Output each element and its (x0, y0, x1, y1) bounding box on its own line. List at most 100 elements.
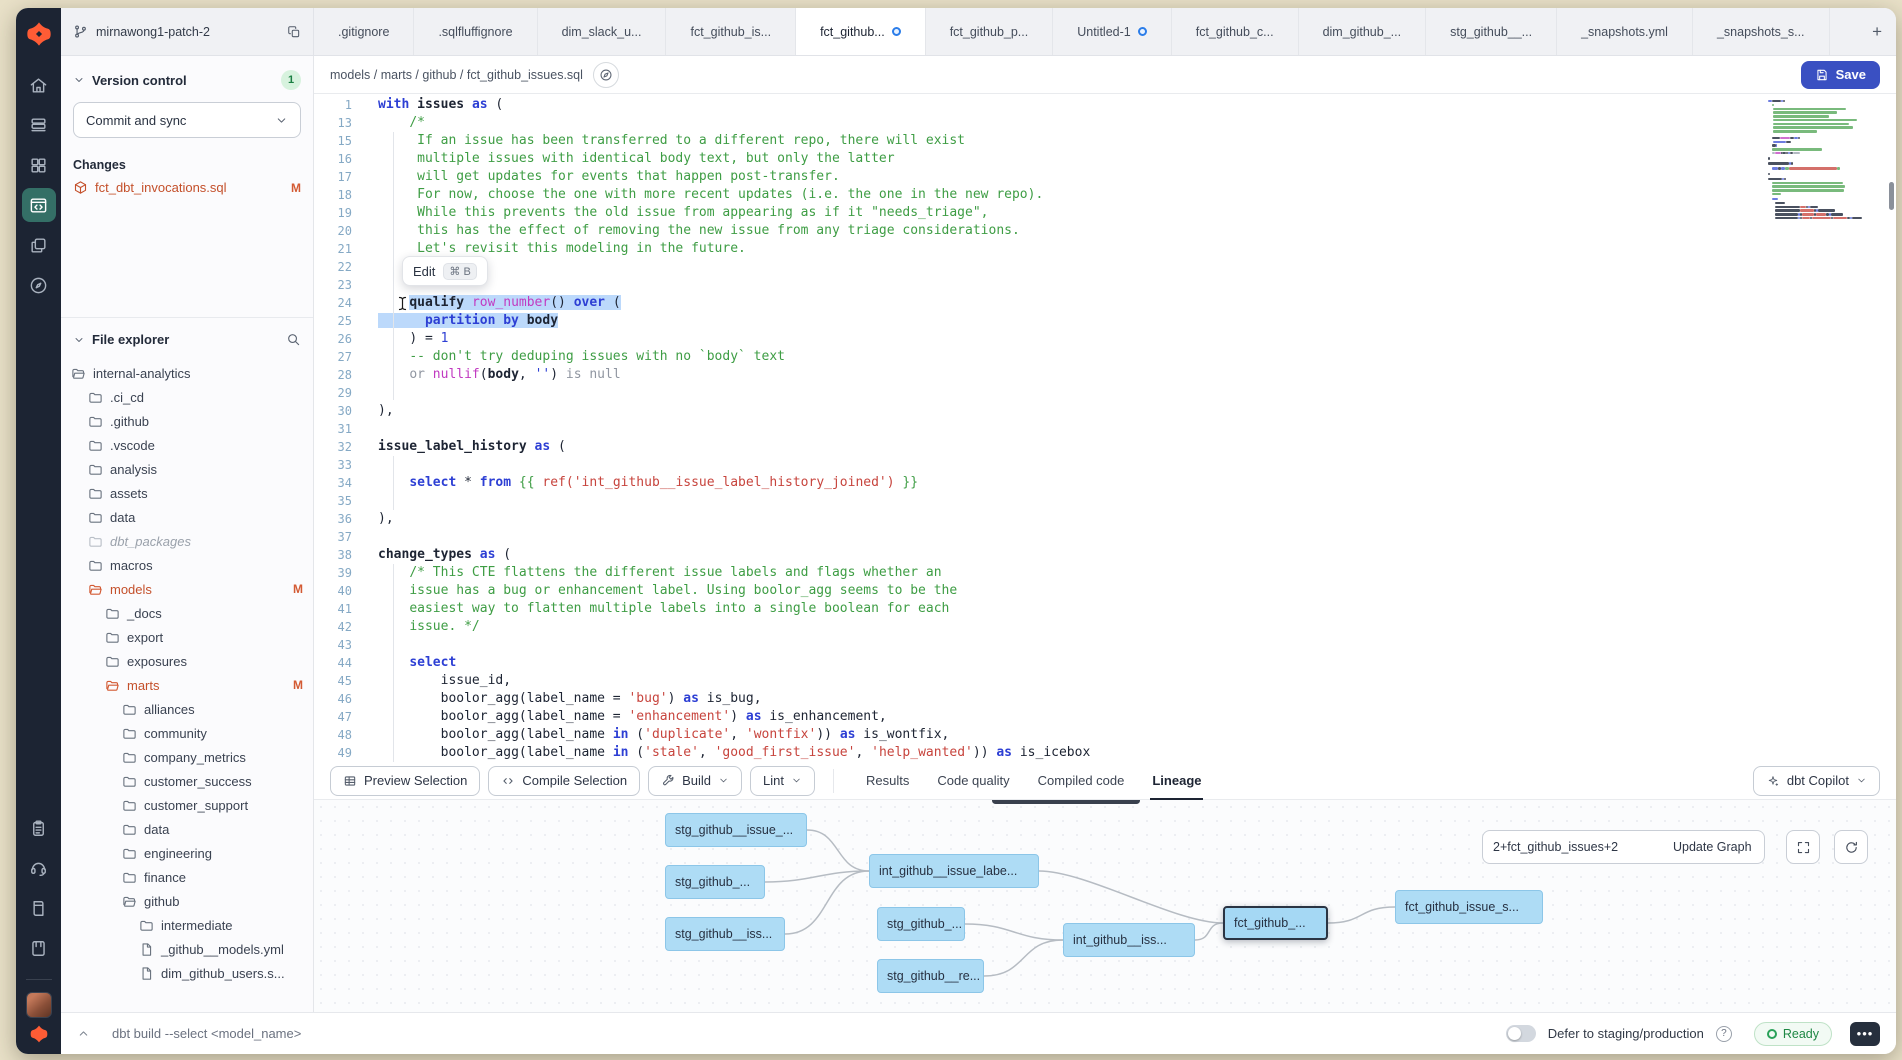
tab-_snapshotsyml[interactable]: _snapshots.yml (1557, 8, 1693, 55)
rail-item-home[interactable] (22, 68, 56, 102)
line-number[interactable]: 30 (314, 402, 364, 420)
panel-tab-lineage[interactable]: Lineage (1138, 762, 1215, 800)
rail-item-docs[interactable] (22, 891, 56, 925)
line-number[interactable]: 19 (314, 204, 364, 222)
line-number[interactable]: 45 (314, 672, 364, 690)
folder-data[interactable]: data (61, 817, 313, 841)
line-number[interactable]: 37 (314, 528, 364, 546)
folder-.ci_cd[interactable]: .ci_cd (61, 385, 313, 409)
line-number[interactable]: 24 (314, 294, 364, 312)
lineage-node-stg_github_[interactable]: stg_github_... (665, 865, 765, 899)
rail-item-tasks[interactable] (22, 811, 56, 845)
line-number[interactable]: 18 (314, 186, 364, 204)
panel-tab-compiled-code[interactable]: Compiled code (1024, 762, 1139, 800)
folder-exposures[interactable]: exposures (61, 649, 313, 673)
folder-company_metrics[interactable]: company_metrics (61, 745, 313, 769)
new-tab-button[interactable]: + (1858, 8, 1896, 55)
defer-toggle[interactable] (1506, 1025, 1536, 1042)
line-number[interactable]: 16 (314, 150, 364, 168)
line-number[interactable]: 46 (314, 690, 364, 708)
line-number[interactable]: 33 (314, 456, 364, 474)
folder-assets[interactable]: assets (61, 481, 313, 505)
minimap[interactable] (1768, 100, 1878, 221)
folder-export[interactable]: export (61, 625, 313, 649)
line-number[interactable]: 36 (314, 510, 364, 528)
lint-button[interactable]: Lint (750, 766, 815, 796)
folder-github[interactable]: github (61, 889, 313, 913)
line-number[interactable]: 15 (314, 132, 364, 150)
line-number[interactable]: 49 (314, 744, 364, 762)
avatar[interactable] (26, 992, 52, 1018)
lineage-node-stg_github__iss[interactable]: stg_github__iss... (665, 917, 785, 951)
version-control-header[interactable]: Version control 1 (61, 56, 313, 98)
folder-engineering[interactable]: engineering (61, 841, 313, 865)
cli-command[interactable]: dbt build --select <model_name> (112, 1026, 301, 1041)
dbt-logo-icon[interactable] (25, 20, 53, 48)
rail-item-deploy[interactable] (22, 108, 56, 142)
tab-stg_github__[interactable]: stg_github__... (1426, 8, 1557, 55)
lineage-node-fct_github_issue_s[interactable]: fct_github_issue_s... (1395, 890, 1543, 924)
save-button[interactable]: Save (1801, 61, 1880, 89)
line-number[interactable]: 23 (314, 276, 364, 294)
line-number[interactable]: 22 (314, 258, 364, 276)
folder-community[interactable]: community (61, 721, 313, 745)
line-number[interactable]: 26 (314, 330, 364, 348)
lineage-node-stg_github__issue_[interactable]: stg_github__issue_... (665, 813, 807, 847)
rail-item-new-window[interactable] (22, 228, 56, 262)
rail-item-changelog[interactable] (22, 931, 56, 965)
line-number[interactable]: 41 (314, 600, 364, 618)
folder-.vscode[interactable]: .vscode (61, 433, 313, 457)
tab-Untitled-1[interactable]: Untitled-1 (1053, 8, 1172, 55)
folder-models[interactable]: modelsM (61, 577, 313, 601)
search-icon[interactable] (286, 332, 301, 347)
folder-analysis[interactable]: analysis (61, 457, 313, 481)
line-number[interactable]: 38 (314, 546, 364, 564)
file-explorer-header[interactable]: File explorer (61, 318, 313, 355)
line-number[interactable]: 1 (314, 96, 364, 114)
line-number[interactable]: 27 (314, 348, 364, 366)
line-number[interactable]: 40 (314, 582, 364, 600)
folder-finance[interactable]: finance (61, 865, 313, 889)
lineage-node-int_github__iss[interactable]: int_github__iss... (1063, 923, 1195, 957)
line-number[interactable]: 17 (314, 168, 364, 186)
folder-customer_success[interactable]: customer_success (61, 769, 313, 793)
line-number[interactable]: 21 (314, 240, 364, 258)
line-number[interactable]: 29 (314, 384, 364, 402)
tab-fct_github_p[interactable]: fct_github_p... (926, 8, 1054, 55)
line-number[interactable]: 25 (314, 312, 364, 330)
line-number[interactable]: 31 (314, 420, 364, 438)
panel-tab-code-quality[interactable]: Code quality (923, 762, 1023, 800)
collapse-chevron-icon[interactable] (77, 1027, 90, 1040)
file-_github__models.yml[interactable]: _github__models.yml (61, 937, 313, 961)
folder-_docs[interactable]: _docs (61, 601, 313, 625)
rail-item-explore[interactable] (22, 268, 56, 302)
folder-intermediate[interactable]: intermediate (61, 913, 313, 937)
lineage-node-stg_github_[interactable]: stg_github_... (877, 907, 965, 941)
tab-_snapshots_s[interactable]: _snapshots_s... (1693, 8, 1830, 55)
folder-.github[interactable]: .github (61, 409, 313, 433)
refresh-graph-button[interactable] (1834, 830, 1868, 864)
folder-data[interactable]: data (61, 505, 313, 529)
lineage-node-int_github__issue_labe[interactable]: int_github__issue_labe... (869, 854, 1039, 888)
line-number[interactable]: 34 (314, 474, 364, 492)
code-editor[interactable]: 1with issues as (13 /*15 If an issue has… (314, 94, 1896, 762)
line-number[interactable]: 39 (314, 564, 364, 582)
line-number[interactable]: 47 (314, 708, 364, 726)
open-docs-button[interactable] (593, 62, 619, 88)
tab-fct_github[interactable]: fct_github... (796, 8, 926, 55)
lineage-node-stg_github__re[interactable]: stg_github__re... (877, 959, 984, 993)
folder-internal-analytics[interactable]: internal-analytics (61, 361, 313, 385)
tab-gitignore[interactable]: .gitignore (314, 8, 414, 55)
branch-selector[interactable]: mirnawong1-patch-2 (61, 8, 314, 55)
tab-dim_github_[interactable]: dim_github_... (1299, 8, 1427, 55)
help-icon[interactable]: ? (1716, 1026, 1732, 1042)
more-options-button[interactable]: ••• (1850, 1022, 1880, 1046)
panel-tab-results[interactable]: Results (852, 762, 923, 800)
tab-fct_github_is[interactable]: fct_github_is... (666, 8, 796, 55)
line-number[interactable]: 32 (314, 438, 364, 456)
file-dim_github_users.s...[interactable]: dim_github_users.s... (61, 961, 313, 985)
scrollbar-thumb[interactable] (1889, 182, 1894, 210)
rail-item-develop[interactable] (22, 188, 56, 222)
dbt-copilot-button[interactable]: dbt Copilot (1753, 766, 1880, 796)
tab-dim_slack_u[interactable]: dim_slack_u... (538, 8, 667, 55)
